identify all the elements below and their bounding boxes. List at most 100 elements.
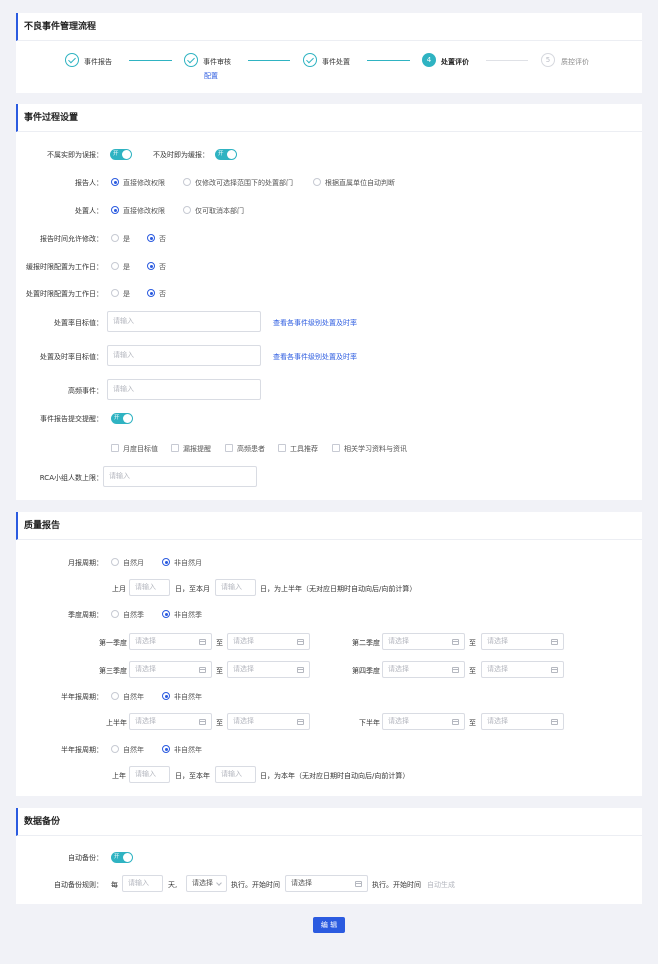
step-1-label[interactable]: 事件报告 [84,57,112,67]
natural-year-radio[interactable] [111,692,119,700]
every-text: 每 [111,881,118,889]
to-this-year-text: 日，至本年 [175,772,210,780]
no-text: 否 [159,290,166,298]
late-toggle[interactable]: 开 [215,149,237,160]
quarter-period-label: 季度周期： [68,611,103,619]
step-2-config-link[interactable]: 配置 [204,71,218,81]
natural-quarter-radio[interactable] [111,610,119,618]
frequent-input[interactable]: 请输入 [107,379,261,400]
frequent-label: 高频事件： [68,387,103,395]
checkbox-monthly-target[interactable] [111,444,119,452]
report-time-no-radio[interactable] [147,234,155,242]
reporter-option-3: 根据直属单位自动判断 [325,179,395,187]
reporter-label: 报告人： [75,179,103,187]
natural-month-radio[interactable] [111,558,119,566]
q4-end-date[interactable]: 请选择 [481,661,564,678]
handle-workday-yes-radio[interactable] [111,289,119,297]
backup-unit-select[interactable]: 请选择 [186,875,227,892]
checkbox-tool-recommend[interactable] [278,444,286,452]
q1-start-date[interactable]: 请选择 [129,633,212,650]
to-text: 至 [469,667,476,675]
h1-start-date[interactable]: 请选择 [129,713,212,730]
report-time-yes-radio[interactable] [111,234,119,242]
q3-end-date[interactable]: 请选择 [227,661,310,678]
h2-start-date[interactable]: 请选择 [382,713,465,730]
handler-radio-1[interactable] [111,206,119,214]
backup-start-time[interactable]: 请选择 [285,875,368,892]
flow-title: 不良事件管理流程 [16,13,642,41]
checkbox-label: 高频患者 [237,445,265,453]
auto-backup-toggle[interactable]: 开 [111,852,133,863]
rate-target-link[interactable]: 查看各事件级别处置及时率 [273,318,357,328]
checkbox-frequent-patient[interactable] [225,444,233,452]
step-4-label[interactable]: 处置评价 [441,57,469,67]
natural-year-text-2: 自然年 [123,746,144,754]
to-this-month-text: 日，至本月 [175,585,210,593]
timely-target-input[interactable]: 请输入 [107,345,261,366]
handler-label: 处置人： [75,207,103,215]
late-workday-yes-radio[interactable] [111,262,119,270]
natural-quarter-text: 自然季 [123,611,144,619]
q1-end-date[interactable]: 请选择 [227,633,310,650]
auto-backup-label: 自动备份： [68,854,103,862]
timely-target-link[interactable]: 查看各事件级别处置及时率 [273,352,357,362]
prev-month-day-input[interactable]: 请输入 [129,579,170,596]
this-month-day-input[interactable]: 请输入 [215,579,256,596]
q1-label: 第一季度 [99,639,127,647]
step-5-label[interactable]: 质控评价 [561,57,589,67]
yes-text: 是 [123,290,130,298]
step-connector [248,60,290,61]
handler-option-2: 仅可取消本部门 [195,207,244,215]
step-3-label[interactable]: 事件处置 [322,57,350,67]
calendar-icon [452,718,459,725]
non-natural-year-radio-2[interactable] [162,745,170,753]
not-real-toggle[interactable]: 开 [110,149,132,160]
timely-target-label: 处置及时率目标值： [40,353,103,361]
checkbox-learning-material[interactable] [332,444,340,452]
checkbox-missed-report[interactable] [171,444,179,452]
days-text: 天, [168,881,178,889]
reporter-radio-2[interactable] [183,178,191,186]
non-natural-quarter-radio[interactable] [162,610,170,618]
late-workday-label: 缓报时限配置为工作日： [26,263,103,271]
non-natural-month-text: 非自然月 [174,559,202,567]
non-natural-month-radio[interactable] [162,558,170,566]
this-year-day-input[interactable]: 请输入 [215,766,256,783]
checkbox-label: 工具推荐 [290,445,318,453]
reporter-option-2: 仅修改可选择范围下的处置部门 [195,179,293,187]
check-icon [303,53,317,67]
calendar-icon [297,638,304,645]
q2-end-date[interactable]: 请选择 [481,633,564,650]
checkbox-label: 漏报提醒 [183,445,211,453]
prev-year-day-input[interactable]: 请输入 [129,766,170,783]
calendar-icon [452,666,459,673]
step-connector [129,60,172,61]
reporter-radio-3[interactable] [313,178,321,186]
not-real-label: 不属实即为误报： [47,151,103,159]
edit-button[interactable]: 编 辑 [313,917,345,933]
late-workday-no-radio[interactable] [147,262,155,270]
remind-toggle[interactable]: 开 [111,413,133,424]
process-card: 事件过程设置 不属实即为误报： 开 不及时即为缓报： 开 报告人： 直接修改权限… [16,104,642,500]
chevron-down-icon [216,879,222,886]
step-2-label[interactable]: 事件审核 [203,57,231,67]
q2-label: 第二季度 [352,639,380,647]
natural-year-radio-2[interactable] [111,745,119,753]
h1-end-date[interactable]: 请选择 [227,713,310,730]
calendar-icon [297,666,304,673]
h2-end-date[interactable]: 请选择 [481,713,564,730]
backup-days-input[interactable]: 请输入 [122,875,163,892]
backup-title: 数据备份 [16,808,642,836]
handle-workday-no-radio[interactable] [147,289,155,297]
non-natural-year-radio[interactable] [162,692,170,700]
prev-year-text: 上年 [112,772,126,780]
no-text: 否 [159,235,166,243]
yes-text: 是 [123,235,130,243]
q2-start-date[interactable]: 请选择 [382,633,465,650]
q3-start-date[interactable]: 请选择 [129,661,212,678]
handler-radio-2[interactable] [183,206,191,214]
reporter-radio-1[interactable] [111,178,119,186]
rca-input[interactable]: 请输入 [103,466,257,487]
q4-start-date[interactable]: 请选择 [382,661,465,678]
rate-target-input[interactable]: 请输入 [107,311,261,332]
